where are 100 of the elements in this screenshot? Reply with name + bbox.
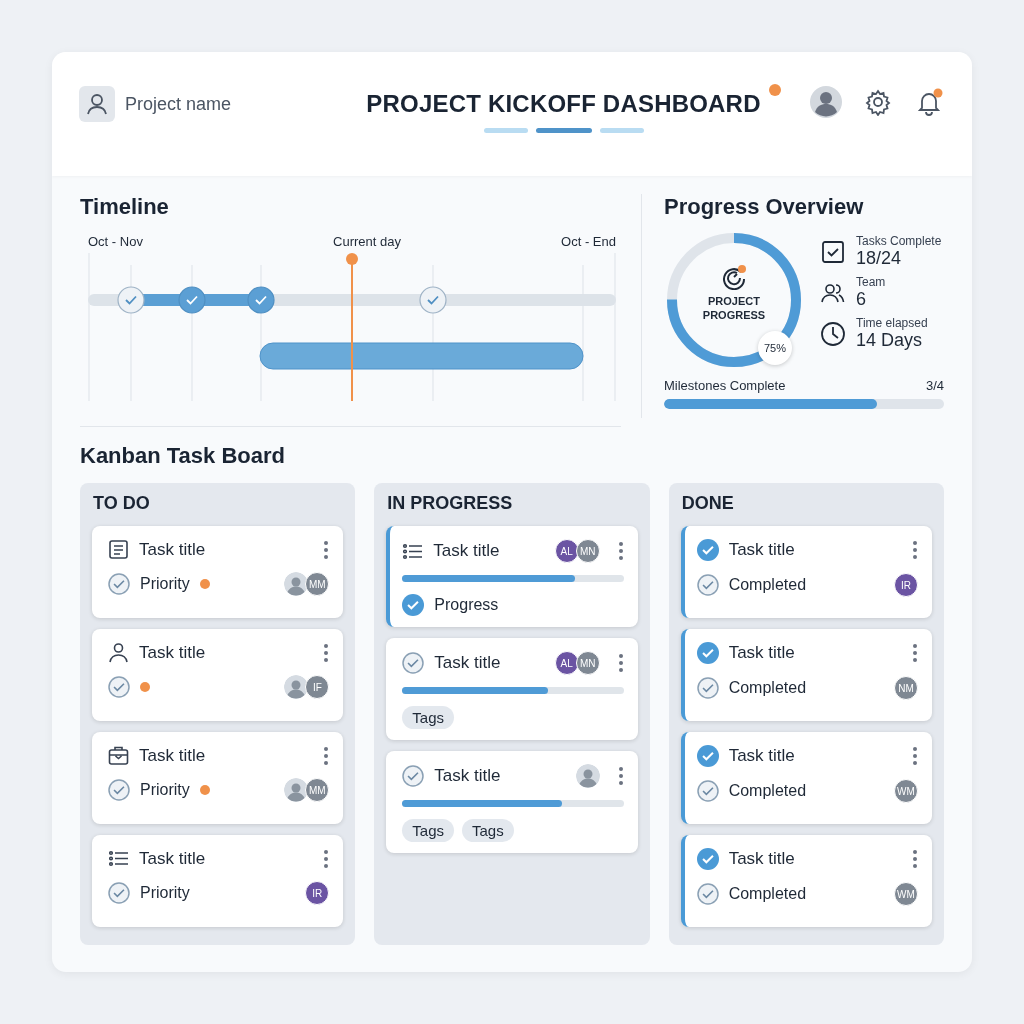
status-label: Priority bbox=[140, 575, 190, 593]
task-title: Task title bbox=[434, 653, 502, 673]
task-card[interactable]: Task title AL MN Progress bbox=[386, 526, 638, 627]
task-card[interactable]: Task title Completed IR bbox=[680, 526, 932, 618]
status-label: Completed bbox=[728, 576, 807, 594]
more-options-icon[interactable] bbox=[323, 848, 330, 869]
settings-icon[interactable] bbox=[864, 88, 892, 116]
more-options-icon[interactable] bbox=[912, 540, 918, 560]
dashboard-title: PROJECT KICKOFF DASHBOARD bbox=[366, 90, 761, 118]
task-title: Task title bbox=[728, 540, 796, 560]
task-card[interactable]: Task title AL MN Tags bbox=[386, 638, 638, 740]
more-options-icon[interactable] bbox=[617, 766, 624, 786]
user-icon[interactable] bbox=[79, 86, 115, 122]
date-label: Oct - End bbox=[561, 234, 616, 249]
avatar-silhouette bbox=[284, 572, 309, 596]
check-circle-icon[interactable] bbox=[402, 652, 425, 674]
status-label: Progress bbox=[434, 596, 499, 614]
task-card[interactable]: Task title Priority MM bbox=[92, 732, 344, 824]
more-options-icon[interactable] bbox=[323, 745, 330, 766]
section-title: Kanban Task Board bbox=[80, 443, 286, 469]
milestone-marker[interactable] bbox=[419, 286, 447, 314]
task-card[interactable]: Task title Completed NM bbox=[680, 629, 932, 721]
more-options-icon[interactable] bbox=[323, 539, 330, 560]
task-title: Task title bbox=[434, 766, 502, 786]
milestone-marker[interactable] bbox=[178, 286, 206, 314]
status-check-icon[interactable] bbox=[108, 882, 130, 904]
avatar-initials: NM bbox=[894, 676, 918, 700]
more-options-icon[interactable] bbox=[617, 653, 624, 673]
task-card[interactable]: Task title Tags Tags bbox=[386, 751, 638, 853]
current-day-label: Current day bbox=[333, 234, 401, 249]
column-title: TO DO bbox=[93, 493, 151, 514]
column-title: DONE bbox=[681, 493, 735, 514]
task-title: Task title bbox=[139, 745, 207, 766]
status-label: Priority bbox=[140, 884, 190, 902]
task-card[interactable]: Task title Completed WM bbox=[680, 835, 932, 927]
tag: Tags bbox=[402, 706, 454, 729]
avatar-initials: AL bbox=[554, 539, 579, 563]
status-check-icon[interactable] bbox=[696, 677, 719, 699]
avatar-silhouette bbox=[284, 778, 309, 802]
stat-value: 14 Days bbox=[856, 330, 924, 351]
status-check-icon[interactable] bbox=[402, 594, 425, 616]
milestones-label: Milestones Complete bbox=[664, 378, 786, 393]
avatar-silhouette bbox=[575, 764, 600, 788]
gantt-bar[interactable] bbox=[259, 342, 584, 370]
status-check-icon[interactable] bbox=[108, 573, 130, 595]
section-title: Progress Overview bbox=[664, 194, 865, 220]
milestone-marker[interactable] bbox=[117, 286, 145, 314]
stat-label: Tasks Complete bbox=[856, 234, 942, 248]
checked-icon[interactable] bbox=[696, 848, 719, 870]
task-title: Task title bbox=[139, 848, 207, 869]
percent-badge: 75% bbox=[758, 331, 792, 365]
status-label: Completed bbox=[728, 885, 807, 903]
avatar-silhouette bbox=[284, 675, 309, 699]
task-title: Task title bbox=[139, 642, 207, 663]
avatar-initials: MN bbox=[575, 539, 600, 563]
status-label: Priority bbox=[140, 781, 190, 799]
task-card[interactable]: Task title IF bbox=[92, 629, 344, 721]
task-card[interactable]: Task title Priority IR bbox=[92, 835, 344, 927]
more-options-icon[interactable] bbox=[617, 541, 624, 561]
list-icon bbox=[108, 848, 129, 869]
avatar-initials: IR bbox=[305, 881, 330, 905]
status-check-icon[interactable] bbox=[696, 883, 719, 905]
checked-icon[interactable] bbox=[696, 642, 719, 664]
task-title: Task title bbox=[728, 746, 796, 766]
task-title: Task title bbox=[433, 541, 501, 561]
more-options-icon[interactable] bbox=[323, 642, 330, 663]
avatar-initials: MM bbox=[305, 572, 330, 596]
more-options-icon[interactable] bbox=[912, 746, 918, 766]
avatar-icon[interactable] bbox=[810, 86, 842, 118]
briefcase-icon bbox=[108, 745, 129, 766]
stat-value: 18/24 bbox=[856, 248, 903, 269]
document-icon bbox=[108, 539, 129, 560]
status-check-icon[interactable] bbox=[108, 676, 130, 698]
more-options-icon[interactable] bbox=[912, 643, 918, 663]
page-indicator[interactable] bbox=[535, 128, 592, 133]
status-check-icon[interactable] bbox=[696, 574, 719, 596]
task-title: Task title bbox=[728, 849, 796, 869]
project-name: Project name bbox=[125, 93, 232, 115]
status-label: Completed bbox=[728, 782, 807, 800]
check-circle-icon[interactable] bbox=[402, 765, 425, 787]
task-card[interactable]: Task title Completed WM bbox=[680, 732, 932, 824]
avatar-initials: WM bbox=[894, 882, 918, 906]
checked-icon[interactable] bbox=[696, 539, 719, 561]
stat-value: 6 bbox=[856, 289, 867, 310]
target-icon bbox=[721, 264, 747, 290]
checkbox-icon bbox=[820, 238, 846, 265]
task-card[interactable]: Task title Priority MM bbox=[92, 526, 344, 618]
milestone-marker[interactable] bbox=[247, 286, 275, 314]
more-options-icon[interactable] bbox=[912, 849, 918, 869]
status-check-icon[interactable] bbox=[696, 780, 719, 802]
task-title: Task title bbox=[139, 539, 207, 560]
donut-label: PROJECT PROGRESS bbox=[701, 294, 767, 323]
avatar-initials: MN bbox=[575, 651, 600, 675]
checked-icon[interactable] bbox=[696, 745, 719, 767]
task-title: Task title bbox=[728, 643, 796, 663]
avatar-initials: AL bbox=[554, 651, 579, 675]
avatar-initials: WM bbox=[894, 779, 918, 803]
status-check-icon[interactable] bbox=[108, 779, 130, 801]
tag: Tags bbox=[462, 819, 514, 842]
date-label: Oct - Nov bbox=[88, 234, 143, 249]
